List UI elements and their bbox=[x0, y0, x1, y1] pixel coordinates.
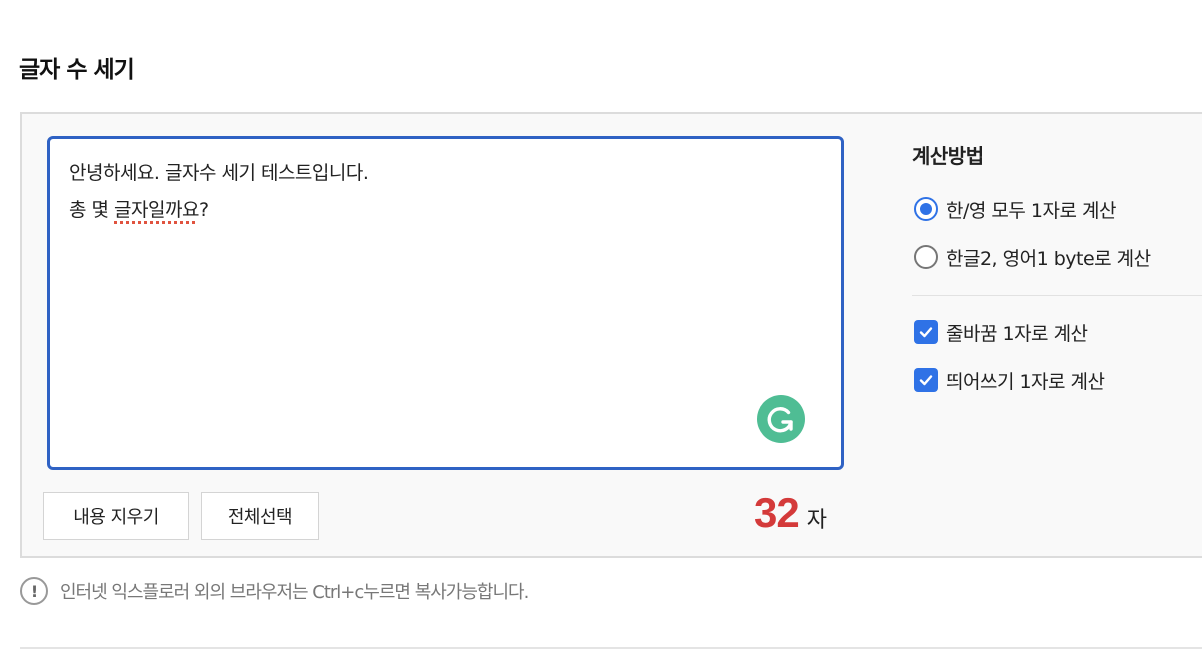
character-count: 32 자 bbox=[754, 489, 827, 537]
radio-unselected-icon[interactable] bbox=[914, 245, 938, 269]
checkbox-space[interactable]: 띄어쓰기 1자로 계산 bbox=[912, 356, 1202, 404]
options-divider bbox=[912, 295, 1202, 296]
clear-content-button[interactable]: 내용 지우기 bbox=[43, 492, 189, 540]
exclamation-icon: ! bbox=[20, 577, 48, 605]
counter-panel: 안녕하세요. 글자수 세기 테스트입니다. 총 몇 글자일까요? 내용 지우기 … bbox=[20, 112, 1202, 558]
calculation-options: 계산방법 한/영 모두 1자로 계산 한글2, 영어1 byte로 계산 줄바꿈… bbox=[912, 136, 1202, 404]
text-line-1: 안녕하세요. 글자수 세기 테스트입니다. bbox=[69, 162, 369, 184]
page-title: 글자 수 세기 bbox=[19, 57, 135, 83]
notice-text: 인터넷 익스플로러 외의 브라우저는 Ctrl+c누르면 복사가능합니다. bbox=[60, 582, 529, 603]
radio-option-byte[interactable]: 한글2, 영어1 byte로 계산 bbox=[912, 233, 1202, 281]
text-line-2: 총 몇 글자일까요? bbox=[69, 199, 209, 221]
count-unit: 자 bbox=[806, 508, 827, 533]
text-input-area[interactable]: 안녕하세요. 글자수 세기 테스트입니다. 총 몇 글자일까요? bbox=[47, 136, 844, 470]
spellcheck-word[interactable]: 글자일까요 bbox=[114, 199, 199, 221]
checkbox-newline[interactable]: 줄바꿈 1자로 계산 bbox=[912, 308, 1202, 356]
checkbox-label: 줄바꿈 1자로 계산 bbox=[946, 322, 1088, 345]
radio-option-all-one[interactable]: 한/영 모두 1자로 계산 bbox=[912, 185, 1202, 233]
checkbox-label: 띄어쓰기 1자로 계산 bbox=[946, 370, 1105, 393]
radio-label: 한/영 모두 1자로 계산 bbox=[946, 199, 1116, 222]
options-title: 계산방법 bbox=[912, 144, 984, 168]
radio-selected-icon[interactable] bbox=[914, 197, 938, 221]
bottom-divider bbox=[20, 647, 1202, 649]
count-value: 32 bbox=[754, 489, 800, 536]
checkbox-checked-icon[interactable] bbox=[914, 368, 938, 392]
select-all-button[interactable]: 전체선택 bbox=[201, 492, 319, 540]
text-content[interactable]: 안녕하세요. 글자수 세기 테스트입니다. 총 몇 글자일까요? bbox=[69, 155, 369, 229]
checkbox-checked-icon[interactable] bbox=[914, 320, 938, 344]
copy-notice: ! 인터넷 익스플로러 외의 브라우저는 Ctrl+c누르면 복사가능합니다. bbox=[20, 577, 529, 605]
radio-label: 한글2, 영어1 byte로 계산 bbox=[946, 247, 1151, 270]
grammarly-icon[interactable] bbox=[757, 395, 805, 443]
